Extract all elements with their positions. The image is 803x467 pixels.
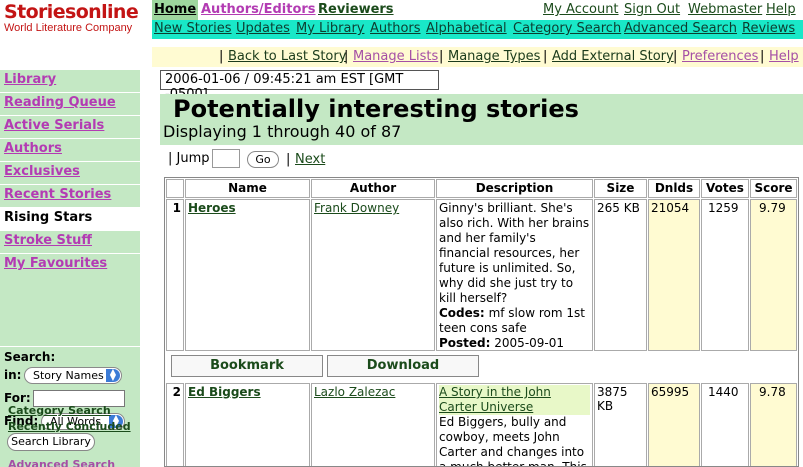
displaying-count: Displaying 1 through 40 of 87 bbox=[163, 122, 402, 141]
sidebar-item-reading-queue[interactable]: Reading Queue bbox=[0, 92, 140, 115]
action-toolbar: | Back to Last Story | Manage Lists | Ma… bbox=[152, 47, 803, 67]
description-text: Ginny's brilliant. She's also rich. With… bbox=[439, 201, 590, 305]
nav-updates[interactable]: Updates bbox=[236, 21, 290, 36]
download-button[interactable]: Download bbox=[327, 355, 479, 377]
manage-lists-link[interactable]: Manage Lists bbox=[353, 49, 438, 64]
manage-types-link[interactable]: Manage Types bbox=[448, 49, 540, 64]
story-name-cell: Heroes bbox=[185, 199, 310, 351]
author-cell: Frank Downey bbox=[311, 199, 435, 351]
dnlds-cell: 65995 bbox=[648, 383, 700, 466]
nav-help[interactable]: Help bbox=[766, 2, 796, 17]
header-votes: Votes bbox=[701, 179, 749, 198]
description-cell: Ginny's brilliant. She's also rich. With… bbox=[436, 199, 593, 351]
advanced-search-link[interactable]: Advanced Search bbox=[8, 458, 115, 467]
top-nav-row-2: New Stories Updates My Library Authors A… bbox=[152, 20, 803, 39]
dnlds-cell: 21054 bbox=[648, 199, 700, 351]
select-arrows-icon: ▲ ▼ bbox=[106, 368, 120, 382]
sidebar: Library Reading Queue Active Serials Aut… bbox=[0, 69, 140, 467]
codes-label: Codes: bbox=[439, 306, 485, 320]
pager-separator: | bbox=[286, 152, 291, 167]
nav-home[interactable]: Home bbox=[152, 0, 199, 20]
search-label: Search: bbox=[4, 350, 56, 364]
nav-authors[interactable]: Authors bbox=[370, 21, 421, 36]
nav-reviews[interactable]: Reviews bbox=[742, 21, 795, 36]
header-name: Name bbox=[185, 179, 310, 198]
author-cell: Lazlo Zalezac bbox=[311, 383, 435, 466]
bookmark-button[interactable]: Bookmark bbox=[171, 355, 323, 377]
nav-category-search[interactable]: Category Search bbox=[513, 21, 621, 36]
size-cell: 265 KB bbox=[594, 199, 647, 351]
next-page-link[interactable]: Next bbox=[295, 152, 325, 167]
author-link[interactable]: Lazlo Zalezac bbox=[314, 385, 395, 399]
logo-name: Storiesonline bbox=[4, 1, 139, 23]
header-score: Score bbox=[750, 179, 797, 198]
posted-value: 2005-09-01 bbox=[494, 336, 565, 350]
sidebar-item-active-serials[interactable]: Active Serials bbox=[0, 115, 140, 138]
stories-table: Name Author Description Size Dnlds Votes… bbox=[164, 177, 799, 467]
page-title: Potentially interesting stories bbox=[173, 95, 579, 123]
nav-sign-out[interactable]: Sign Out bbox=[624, 2, 680, 17]
nav-new-stories[interactable]: New Stories bbox=[154, 21, 232, 36]
add-external-story-link[interactable]: Add External Story bbox=[552, 49, 674, 64]
description-cell: A Story in the John Carter Universe Ed B… bbox=[436, 383, 593, 467]
sidebar-item-my-favourites[interactable]: My Favourites bbox=[0, 253, 140, 276]
header-description: Description bbox=[436, 179, 593, 198]
nav-authors-editors[interactable]: Authors/Editors bbox=[201, 2, 316, 17]
votes-cell: 1259 bbox=[701, 199, 749, 351]
header-size: Size bbox=[594, 179, 647, 198]
description-text: Ed Biggers, bully and cowboy, meets John… bbox=[439, 415, 587, 467]
help-link[interactable]: Help bbox=[769, 49, 799, 64]
votes-cell: 1440 bbox=[701, 383, 749, 466]
story-name-cell: Ed Biggers bbox=[185, 383, 310, 466]
nav-advanced-search[interactable]: Advanced Search bbox=[624, 21, 737, 36]
story-name-link[interactable]: Heroes bbox=[188, 201, 236, 215]
description-title-link[interactable]: A Story in the John Carter Universe bbox=[439, 385, 590, 415]
go-button[interactable]: Go bbox=[247, 151, 279, 168]
server-datetime: 2006-01-06 / 09:45:21 am EST [GMT -0500] bbox=[160, 70, 439, 102]
nav-webmaster[interactable]: Webmaster bbox=[688, 2, 762, 17]
row-number: 1 bbox=[166, 199, 184, 351]
top-nav-row-1: Home Authors/Editors Reviewers My Accoun… bbox=[152, 0, 803, 20]
score-cell: 9.79 bbox=[750, 199, 797, 351]
jump-label: | Jump bbox=[168, 151, 210, 166]
sidebar-item-rising-stars[interactable]: Rising Stars bbox=[0, 207, 140, 230]
size-cell: 3875 KB bbox=[594, 383, 647, 466]
page-header: Potentially interesting stories Displayi… bbox=[160, 94, 803, 145]
search-in-select[interactable]: Story Names ▲ ▼ bbox=[24, 367, 122, 384]
top-navigation: Home Authors/Editors Reviewers My Accoun… bbox=[152, 0, 803, 40]
header-dnlds: Dnlds bbox=[648, 179, 700, 198]
header-number bbox=[166, 179, 184, 198]
sidebar-item-exclusives[interactable]: Exclusives bbox=[0, 161, 140, 184]
for-label: For: bbox=[4, 391, 31, 405]
score-cell: 9.78 bbox=[750, 383, 797, 466]
nav-my-library[interactable]: My Library bbox=[296, 21, 365, 36]
story-name-link[interactable]: Ed Biggers bbox=[188, 385, 261, 399]
author-link[interactable]: Frank Downey bbox=[314, 201, 399, 215]
posted-label: Posted: bbox=[439, 336, 491, 350]
nav-reviewers[interactable]: Reviewers bbox=[318, 2, 394, 17]
sidebar-item-stroke-stuff[interactable]: Stroke Stuff bbox=[0, 230, 140, 253]
header-author: Author bbox=[311, 179, 435, 198]
search-library-button[interactable]: Search Library bbox=[7, 433, 95, 451]
sidebar-item-library[interactable]: Library bbox=[0, 69, 140, 92]
nav-my-account[interactable]: My Account bbox=[543, 2, 619, 17]
site-logo[interactable]: Storiesonline World Literature Company bbox=[4, 2, 146, 42]
preferences-link[interactable]: Preferences bbox=[682, 49, 758, 64]
category-search-link[interactable]: Category Search bbox=[8, 404, 111, 417]
jump-page-input[interactable] bbox=[212, 149, 240, 168]
row-number: 2 bbox=[166, 383, 184, 466]
search-in-value: Story Names bbox=[33, 369, 104, 382]
sidebar-item-recent-stories[interactable]: Recent Stories bbox=[0, 184, 140, 207]
logo-tagline: World Literature Company bbox=[4, 22, 133, 34]
back-to-last-story-link[interactable]: Back to Last Story bbox=[228, 49, 346, 64]
in-label: in: bbox=[4, 368, 22, 382]
nav-alphabetical[interactable]: Alphabetical bbox=[426, 21, 507, 36]
sidebar-item-authors[interactable]: Authors bbox=[0, 138, 140, 161]
recently-concluded-link[interactable]: Recently Concluded bbox=[8, 420, 131, 433]
